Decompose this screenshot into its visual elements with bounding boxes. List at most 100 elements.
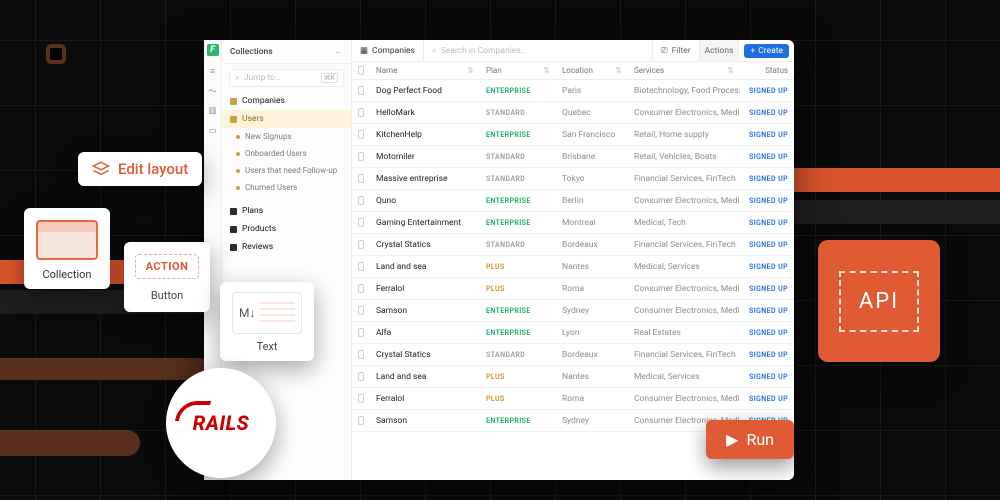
cell-status: SIGNED UP (749, 285, 788, 293)
cell-name: Land and sea (370, 262, 480, 272)
cell-services: Financial Services, FinTech (628, 350, 740, 360)
cell-services: Financial Services, FinTech (628, 240, 740, 250)
layers-icon (92, 160, 110, 178)
row-checkbox[interactable] (358, 262, 364, 271)
sidebar-subitem[interactable]: Users that need Follow-up (222, 162, 351, 179)
col-status[interactable]: Status (740, 66, 794, 75)
row-checkbox[interactable] (358, 394, 364, 403)
collection-tile[interactable]: Collection (24, 208, 110, 289)
col-location[interactable]: Location⇅ (556, 66, 628, 75)
cell-name: Samson (370, 416, 480, 426)
cell-location: Tokyo (556, 174, 628, 184)
collection-art (36, 220, 98, 260)
app-window: F ≡ 〜 ▥ ▭ Collections ← ⌕Jump to… ⌘K Com… (204, 40, 794, 480)
row-checkbox[interactable] (358, 372, 364, 381)
cell-name: Massive entreprise (370, 174, 480, 184)
cell-plan: ENTERPRISE (486, 197, 531, 205)
cell-services: Medical, Services (628, 262, 740, 272)
sort-icon: ⇅ (727, 66, 734, 75)
actions-button[interactable]: Actions (700, 40, 740, 61)
cell-name: Quno (370, 196, 480, 206)
sidebar-item-plans[interactable]: Plans (222, 202, 351, 220)
app-logo[interactable]: F (207, 44, 219, 56)
row-checkbox[interactable] (358, 174, 364, 183)
table-row[interactable]: Land and seaPLUSNantesMedical, ServicesS… (352, 366, 794, 388)
search-input[interactable]: ⌕Search in Companies… (424, 40, 653, 61)
cell-location: Montreal (556, 218, 628, 228)
row-checkbox[interactable] (358, 416, 364, 425)
layout-icon[interactable]: ▭ (208, 126, 218, 136)
table-row[interactable]: QunoENTERPRISEBerlinConsumer Electronics… (352, 190, 794, 212)
breadcrumb[interactable]: ▦Companies (352, 40, 424, 61)
row-checkbox[interactable] (358, 328, 364, 337)
row-checkbox[interactable] (358, 130, 364, 139)
sidebar-subitem[interactable]: Onboarded Users (222, 145, 351, 162)
markdown-art: M↓ (232, 292, 302, 334)
bar-chart-icon[interactable]: ▥ (208, 106, 218, 116)
sidebar-item-label: Onboarded Users (245, 149, 307, 158)
row-checkbox[interactable] (358, 284, 364, 293)
main-panel: ▦Companies ⌕Search in Companies… ⎚Filter… (352, 40, 794, 480)
table-row[interactable]: Dog Perfect FoodENTERPRISEParisBiotechno… (352, 80, 794, 102)
cell-status: SIGNED UP (749, 395, 788, 403)
table-row[interactable]: Crystal StaticsSTANDARDBordeauxFinancial… (352, 234, 794, 256)
sidebar-subitem[interactable]: New Signups (222, 128, 351, 145)
cell-name: Ferralol (370, 394, 480, 404)
sidebar-item-users[interactable]: Users (222, 110, 351, 128)
table-row[interactable]: FerralolPLUSRomaConsumer Electronics, Me… (352, 278, 794, 300)
table-row[interactable]: Crystal StaticsSTANDARDBordeauxFinancial… (352, 344, 794, 366)
create-button[interactable]: +Create (744, 44, 789, 58)
cell-services: Medical, Services (628, 372, 740, 382)
sidebar-item-companies[interactable]: Companies (222, 92, 351, 110)
collapse-icon[interactable]: ← (335, 46, 344, 57)
row-checkbox[interactable] (358, 86, 364, 95)
filter-button[interactable]: ⎚Filter (653, 40, 700, 61)
cell-plan: ENTERPRISE (486, 219, 531, 227)
table-row[interactable]: Gaming EntertainmentENTERPRISEMontrealMe… (352, 212, 794, 234)
cell-services: Retail, Vehicles, Boats (628, 152, 740, 162)
col-plan[interactable]: Plan⇅ (480, 66, 556, 75)
table-row[interactable]: HelloMarkSTANDARDQuebecConsumer Electron… (352, 102, 794, 124)
row-checkbox[interactable] (358, 306, 364, 315)
cell-name: Ferralol (370, 284, 480, 294)
text-tile[interactable]: M↓ Text (220, 282, 314, 361)
sidebar-item-reviews[interactable]: Reviews (222, 238, 351, 256)
api-tile[interactable]: API (818, 240, 940, 362)
cell-services: Retail, Home supply (628, 130, 740, 140)
jump-to-input[interactable]: ⌕Jump to… ⌘K (229, 69, 344, 87)
table-row[interactable]: Massive entrepriseSTANDARDTokyoFinancial… (352, 168, 794, 190)
table-row[interactable]: SamsonENTERPRISESydneyConsumer Electroni… (352, 300, 794, 322)
col-name[interactable]: Name⇅ (370, 66, 480, 75)
row-checkbox[interactable] (358, 108, 364, 117)
edit-layout-button[interactable]: Edit layout (78, 152, 202, 186)
cell-location: Paris (556, 86, 628, 96)
row-checkbox[interactable] (358, 152, 364, 161)
table-row[interactable]: AlfaENTERPRISELyonReal EstatesSIGNED UP (352, 322, 794, 344)
sidebar-item-label: Plans (242, 206, 263, 216)
row-checkbox[interactable] (358, 196, 364, 205)
cell-services: Medical, Tech (628, 218, 740, 228)
chart-icon[interactable]: 〜 (208, 86, 218, 96)
sidebar-item-label: Users (242, 114, 264, 124)
col-services[interactable]: Services⇅ (628, 66, 740, 75)
run-button[interactable]: ▶ Run (706, 420, 794, 459)
api-label: API (839, 271, 919, 332)
table-row[interactable]: FerralolPLUSRomaConsumer Electronics, Me… (352, 388, 794, 410)
action-button-tile[interactable]: ACTION Button (124, 242, 210, 312)
table-row[interactable]: MotomilerSTANDARDBrisbaneRetail, Vehicle… (352, 146, 794, 168)
sidebar-subitem[interactable]: Churned Users (222, 179, 351, 196)
sidebar-item-products[interactable]: Products (222, 220, 351, 238)
menu-icon[interactable]: ≡ (208, 66, 218, 76)
cell-services: Biotechnology, Food Processing (628, 86, 740, 96)
shortcut-badge: ⌘K (321, 73, 338, 83)
table-row[interactable]: Land and seaPLUSNantesMedical, ServicesS… (352, 256, 794, 278)
row-checkbox[interactable] (358, 350, 364, 359)
select-all-checkbox[interactable] (358, 66, 364, 75)
row-checkbox[interactable] (358, 240, 364, 249)
row-checkbox[interactable] (358, 218, 364, 227)
table-row[interactable]: KitchenHelpENTERPRISESan FranciscoRetail… (352, 124, 794, 146)
bullet-icon (236, 169, 240, 173)
collection-icon (230, 244, 237, 251)
collection-icon (230, 226, 237, 233)
cell-plan: ENTERPRISE (486, 131, 531, 139)
